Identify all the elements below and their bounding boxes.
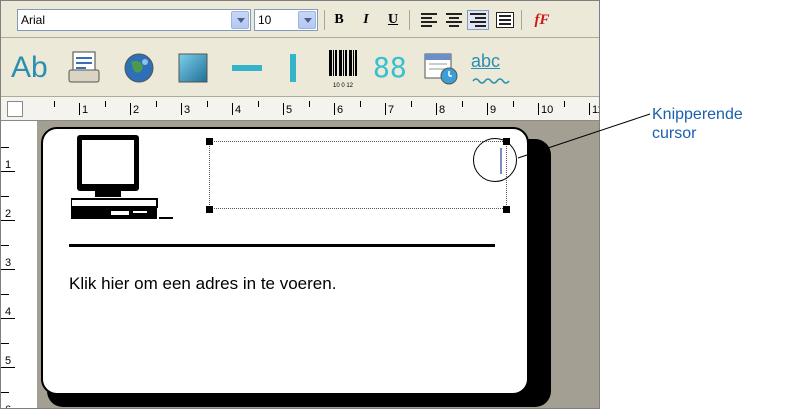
ruler-number: 4 xyxy=(235,104,242,116)
horizontal-line-icon[interactable] xyxy=(229,50,265,86)
picture-object-icon[interactable] xyxy=(121,50,157,86)
font-size-select[interactable]: 10 xyxy=(254,9,318,31)
font-size-value: 10 xyxy=(258,13,272,27)
ruler-number: 2 xyxy=(5,208,12,220)
underline-button[interactable]: U xyxy=(383,10,403,30)
ruler-tick xyxy=(1,392,9,393)
barcode-icon xyxy=(329,50,357,76)
squiggle-icon xyxy=(472,78,510,84)
ruler-tick xyxy=(1,318,15,319)
ruler-tick xyxy=(385,103,386,115)
horizontal-ruler: 1234567891011 xyxy=(1,97,599,121)
ruler-tick xyxy=(207,101,208,107)
vertical-line-icon[interactable] xyxy=(281,50,305,86)
address-object-icon[interactable] xyxy=(65,50,105,86)
justify-icon[interactable] xyxy=(496,12,514,28)
ruler-tick xyxy=(105,101,106,107)
ruler-tick xyxy=(462,101,463,107)
chevron-down-icon[interactable] xyxy=(231,11,249,29)
ruler-tick xyxy=(564,101,565,107)
ruler-number: 8 xyxy=(439,104,446,116)
ruler-number: 1 xyxy=(82,104,89,116)
ruler-number: 5 xyxy=(5,355,12,367)
ruler-tick xyxy=(1,367,15,368)
ruler-tick xyxy=(181,103,182,115)
resize-handle[interactable] xyxy=(503,206,510,213)
align-left-icon[interactable] xyxy=(421,13,437,27)
computer-icon xyxy=(71,135,173,219)
spelling-label: abc xyxy=(471,51,501,71)
align-right-button[interactable] xyxy=(467,10,489,30)
ruler-number: 3 xyxy=(184,104,191,116)
toolbar-separator xyxy=(409,10,410,30)
address-text-box[interactable] xyxy=(209,141,507,209)
ruler-number: 6 xyxy=(337,104,344,116)
resize-handle[interactable] xyxy=(206,206,213,213)
ruler-tick xyxy=(309,101,310,107)
ruler-tick xyxy=(1,171,15,172)
barcode-object-button[interactable]: 10 0 12 xyxy=(327,50,359,89)
cursor-highlight-circle xyxy=(473,138,517,182)
object-toolbar: Ab 10 0 12 88 abc xyxy=(1,39,599,97)
ruler-tick xyxy=(1,269,15,270)
toolbar-separator xyxy=(324,10,325,30)
ruler-tick xyxy=(258,101,259,107)
callout-line-1: Knipperende xyxy=(652,106,743,123)
ruler-number: 9 xyxy=(490,104,497,116)
ruler-tick xyxy=(1,294,9,295)
date-time-object-icon[interactable] xyxy=(421,50,461,86)
ruler-tick xyxy=(130,103,131,115)
counter-object-button[interactable]: 88 xyxy=(373,50,413,86)
format-toolbar: Arial 10 B I U fF xyxy=(1,1,599,38)
ruler-tick xyxy=(1,220,15,221)
ruler-tick xyxy=(1,343,9,344)
ruler-tick xyxy=(232,103,233,115)
align-right-icon xyxy=(470,13,486,27)
chevron-down-icon[interactable] xyxy=(298,11,316,29)
toolbar-separator xyxy=(521,10,522,30)
ruler-tick xyxy=(54,101,55,107)
italic-button[interactable]: I xyxy=(356,10,376,30)
font-name-select[interactable]: Arial xyxy=(17,9,251,31)
rectangle-object-icon[interactable] xyxy=(175,50,211,86)
callout-line xyxy=(517,113,651,159)
ruler-corner[interactable] xyxy=(7,101,23,117)
ruler-number: 3 xyxy=(5,257,12,269)
font-name-value: Arial xyxy=(21,13,46,27)
formula-button[interactable]: fF xyxy=(528,10,556,30)
label-sheet[interactable]: Klik hier om een adres in te voeren. xyxy=(41,127,529,395)
ruler-number: 7 xyxy=(388,104,395,116)
ruler-tick xyxy=(283,103,284,115)
spelling-object-button[interactable]: abc xyxy=(471,50,515,86)
label-editor-window: Arial 10 B I U fF Ab 10 0 12 88 abc 1 2 … xyxy=(0,0,600,409)
ruler-tick xyxy=(1,196,9,197)
ruler-tick xyxy=(411,101,412,107)
ruler-number: 4 xyxy=(5,306,12,318)
ruler-tick xyxy=(334,103,335,115)
ruler-number: 2 xyxy=(133,104,140,116)
ruler-tick xyxy=(436,103,437,115)
ruler-tick xyxy=(360,101,361,107)
ruler-tick xyxy=(513,101,514,107)
ruler-tick xyxy=(1,245,9,246)
barcode-number: 10 0 12 xyxy=(332,83,354,89)
divider-line xyxy=(69,244,495,247)
callout-text: Knipperende cursor xyxy=(652,105,743,143)
ruler-tick xyxy=(79,103,80,115)
address-placeholder[interactable]: Klik hier om een adres in te voeren. xyxy=(69,274,336,294)
ruler-number: 5 xyxy=(286,104,293,116)
resize-handle[interactable] xyxy=(206,138,213,145)
align-center-icon[interactable] xyxy=(446,13,462,27)
callout-line-2: cursor xyxy=(652,125,697,142)
text-object-button[interactable]: Ab xyxy=(11,50,55,86)
ruler-tick xyxy=(487,103,488,115)
vertical-ruler: 1 2 3 4 5 6 xyxy=(1,121,37,408)
ruler-number: 1 xyxy=(5,159,12,171)
ruler-number: 6 xyxy=(5,404,11,408)
ruler-tick xyxy=(156,101,157,107)
ruler-tick xyxy=(1,147,9,148)
bold-button[interactable]: B xyxy=(329,10,349,30)
